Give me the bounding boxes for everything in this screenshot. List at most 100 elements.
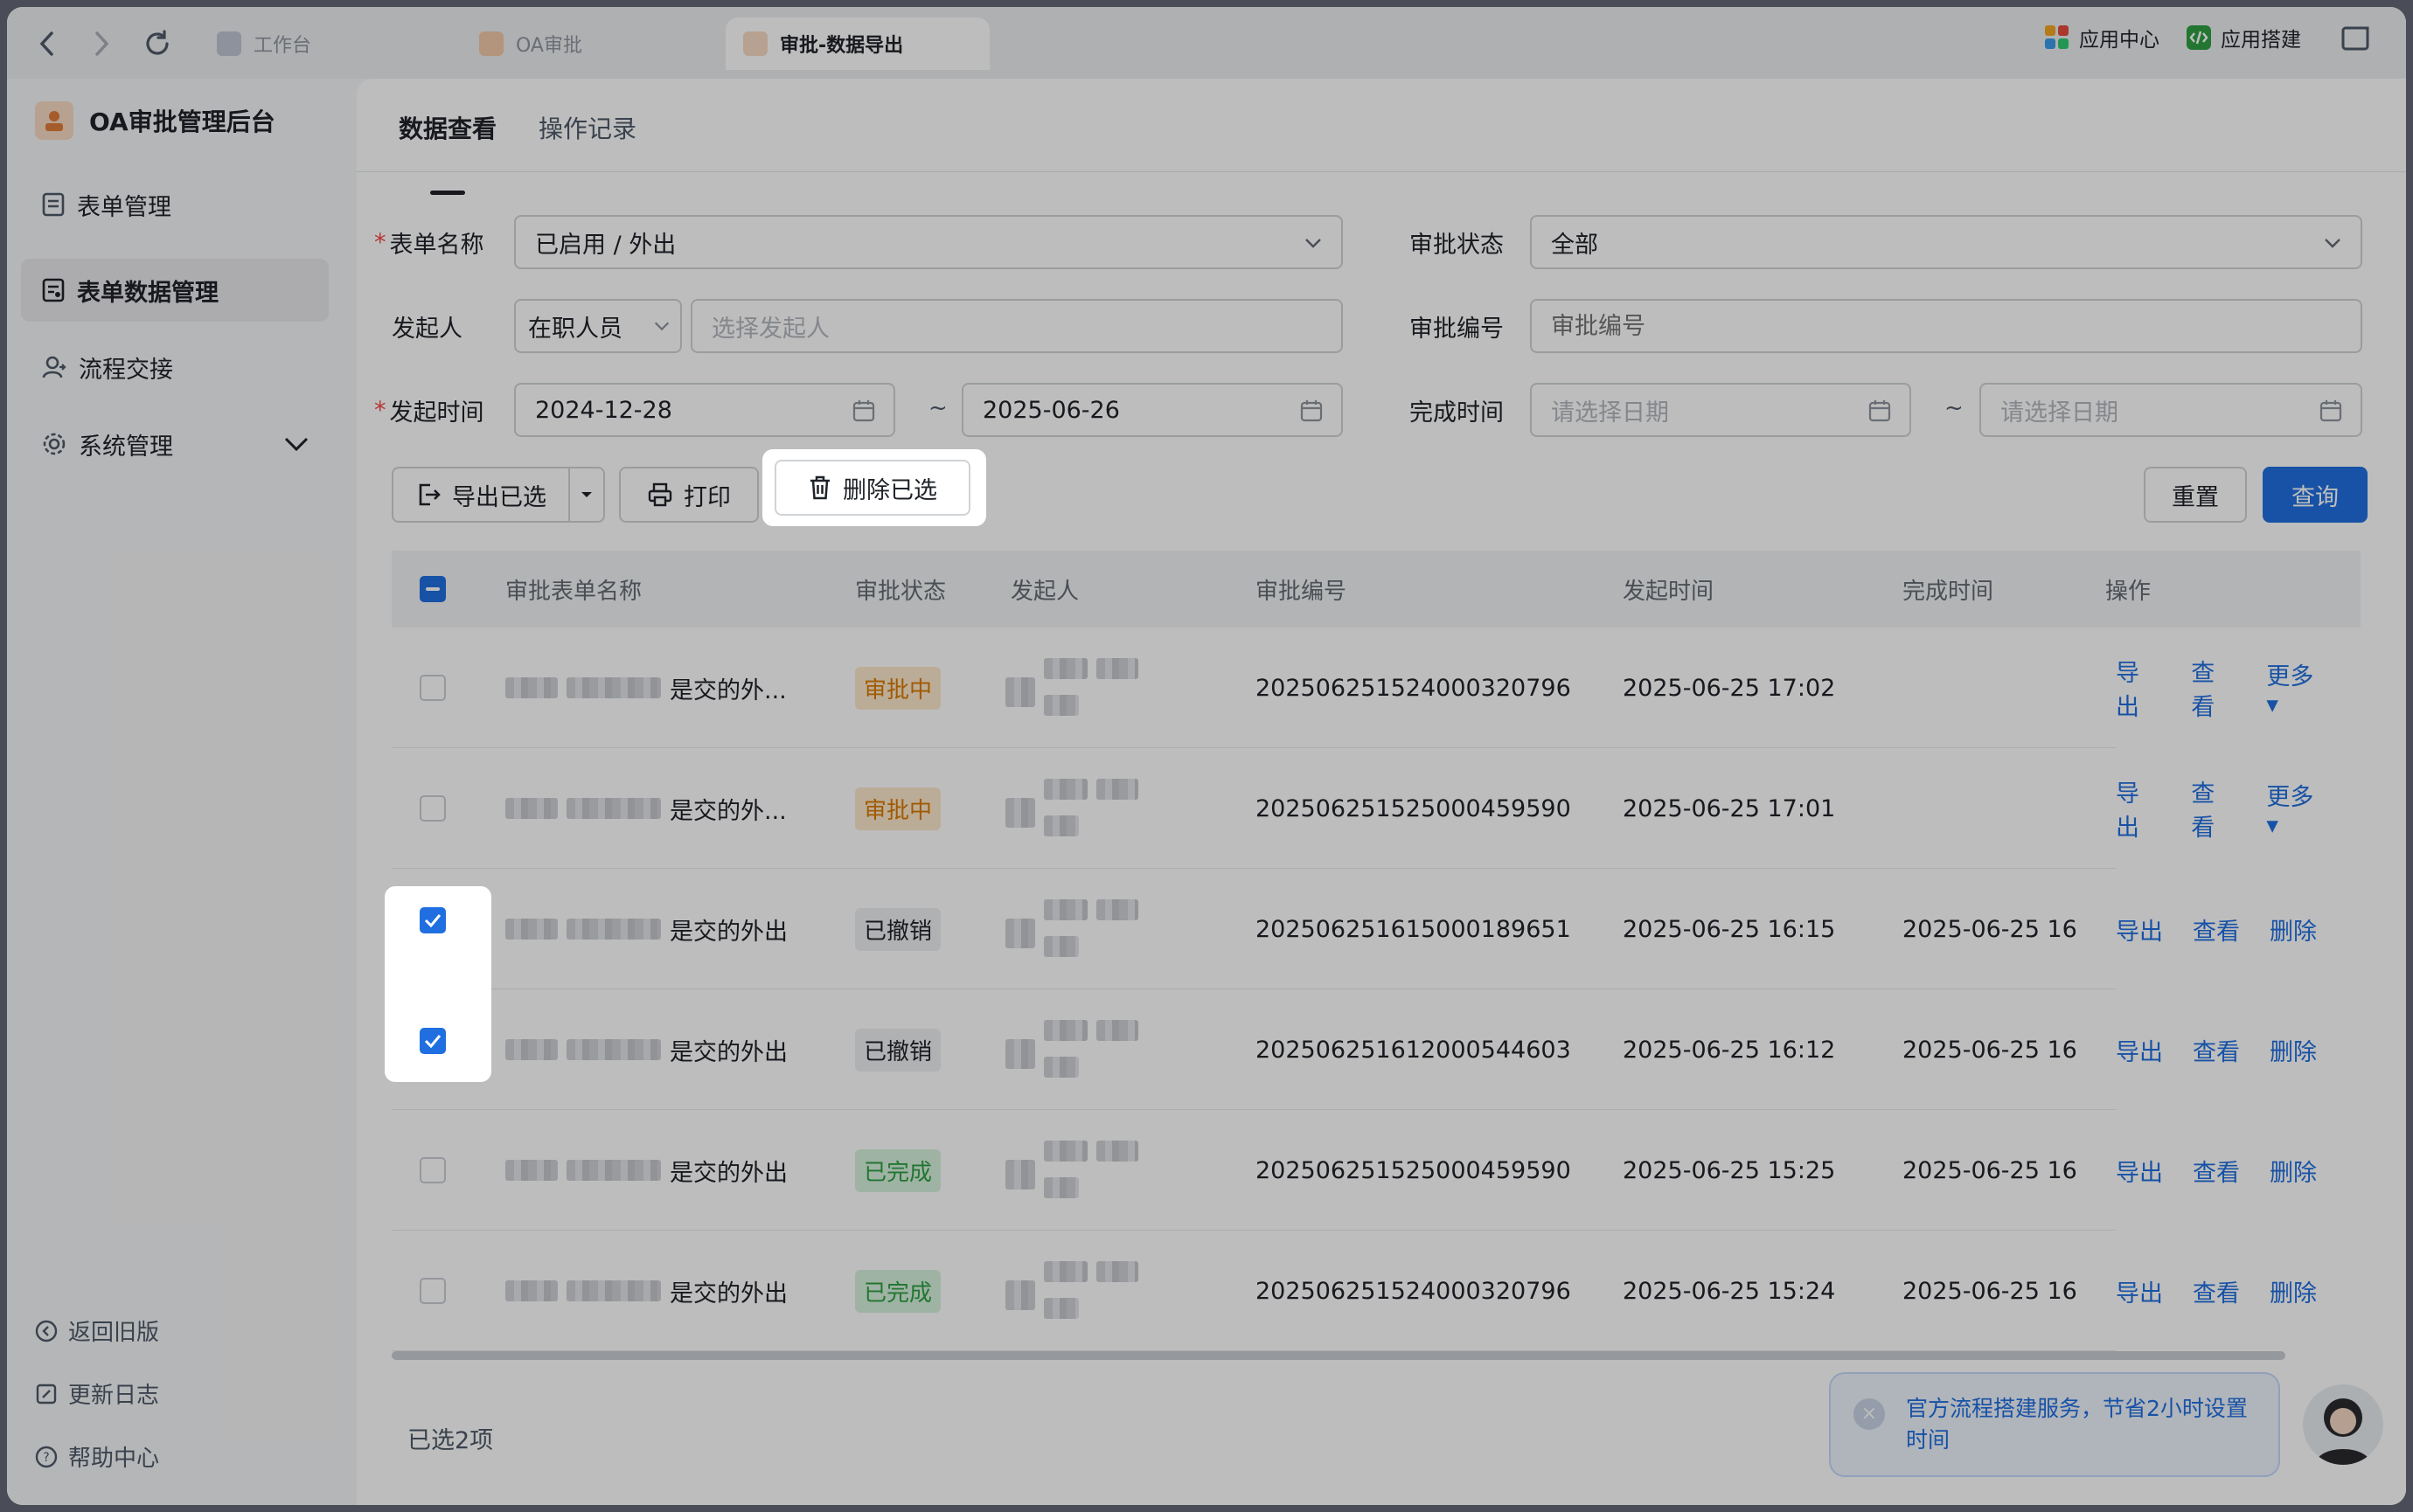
- redacted-avatar: [1005, 1013, 1138, 1086]
- row-export-link[interactable]: 导出: [2116, 1274, 2163, 1308]
- redacted-text: [567, 677, 661, 698]
- app-center-button[interactable]: 应用中心: [2044, 23, 2159, 52]
- row-export-link[interactable]: 导出: [2116, 1033, 2163, 1067]
- tab-oa-approval[interactable]: OA审批: [462, 17, 706, 70]
- export-selected-button[interactable]: 导出已选: [392, 467, 570, 523]
- start-time-cell: 2025-06-25 16:12: [1623, 1036, 1836, 1064]
- back-to-old-version-link[interactable]: 返回旧版: [35, 1314, 159, 1347]
- promo-banner[interactable]: × 官方流程搭建服务，节省2小时设置时间: [1829, 1372, 2280, 1477]
- status-badge: 已撤销: [855, 1028, 942, 1072]
- refresh-icon[interactable]: [140, 26, 175, 61]
- approval-code-cell: 202506251525000459590: [1255, 794, 1571, 822]
- row-more-link[interactable]: 更多 ▾: [2266, 657, 2331, 718]
- form-name-select[interactable]: 已启用 / 外出: [514, 215, 1343, 269]
- row-checkbox[interactable]: [420, 1231, 446, 1351]
- reset-button[interactable]: 重置: [2144, 467, 2247, 523]
- approval-code-input[interactable]: [1530, 299, 2362, 353]
- actions-cell: 导出 查看 删除: [2116, 1231, 2361, 1351]
- log-icon: [36, 1384, 57, 1404]
- redacted-avatar: [1005, 772, 1138, 845]
- back-icon[interactable]: [30, 26, 65, 61]
- back-icon: [35, 1320, 58, 1342]
- checkbox-unchecked: [420, 1157, 446, 1183]
- print-button[interactable]: 打印: [619, 467, 759, 523]
- tab-operation-log[interactable]: 操作记录: [539, 110, 636, 159]
- table-row[interactable]: 是交的外... 审批中 20250625152400032079​6 2025-06-…: [392, 628, 2361, 748]
- initiator-picker[interactable]: 选择发起人: [691, 299, 1343, 353]
- finish-date-from[interactable]: 请选择日期: [1530, 383, 1911, 437]
- sidebar-item-system-management[interactable]: 系统管理: [21, 413, 329, 475]
- row-view-link[interactable]: 查看: [2191, 654, 2236, 722]
- actions-cell: 导出 查看 更多 ▾: [2116, 628, 2361, 748]
- status-badge: 已完成: [855, 1148, 942, 1192]
- row-export-link[interactable]: 导出: [2116, 654, 2161, 722]
- initiator-type-select[interactable]: 在职人员: [514, 299, 682, 353]
- row-checkbox[interactable]: [420, 1028, 446, 1054]
- calendar-icon: [1868, 400, 1891, 422]
- close-icon[interactable]: ×: [1853, 1398, 1885, 1430]
- tab-data-export[interactable]: 审批-数据导出: [726, 17, 990, 70]
- table-row[interactable]: 是交的外出 已完成 202506251524000320796 2025-06-25 …: [392, 1231, 2361, 1351]
- sidebar-item-form-data[interactable]: 表单数据管理: [21, 259, 329, 322]
- initiator-cell: [1005, 1231, 1138, 1351]
- row-view-link[interactable]: 查看: [2193, 912, 2240, 947]
- changelog-link[interactable]: 更新日志: [35, 1377, 159, 1410]
- approval-status-select[interactable]: 全部: [1530, 215, 2362, 269]
- check-icon: [424, 914, 442, 927]
- help-center-link[interactable]: ? 帮助中心: [35, 1440, 159, 1473]
- form-data-icon: [42, 278, 65, 302]
- row-view-link[interactable]: 查看: [2193, 1033, 2240, 1067]
- table-row[interactable]: 是交的外... 审批中 202506251525000459590 2025-06-2…: [392, 748, 2361, 869]
- row-more-link[interactable]: 更多 ▾: [2266, 778, 2331, 839]
- row-checkbox[interactable]: [420, 1110, 446, 1231]
- select-all-checkbox[interactable]: [420, 551, 446, 628]
- export-options-dropdown[interactable]: [568, 467, 605, 523]
- row-export-link[interactable]: 导出: [2116, 774, 2161, 843]
- redacted-text: [567, 1280, 661, 1301]
- sidebar-item-handover[interactable]: 流程交接: [21, 336, 329, 399]
- sidebar: OA审批管理后台 表单管理 表单数据管理 流程交接 系统管理 返回旧版 更新日志: [7, 79, 357, 1505]
- select-all-partial-icon: [420, 576, 446, 602]
- sidebar-item-form-management[interactable]: 表单管理: [21, 173, 329, 236]
- tab-data-view[interactable]: 数据查看: [399, 110, 497, 195]
- delete-selected-button[interactable]: 删除已选: [775, 460, 970, 516]
- forward-icon[interactable]: [84, 26, 119, 61]
- row-more-link[interactable]: 删除: [2270, 1033, 2317, 1067]
- start-date-from[interactable]: 2024-12-28: [514, 383, 895, 437]
- start-date-to[interactable]: 2025-06-26: [962, 383, 1343, 437]
- row-checkbox[interactable]: [420, 748, 446, 869]
- assistant-avatar[interactable]: [2303, 1384, 2383, 1465]
- checkbox-spotlight: [385, 886, 491, 1082]
- row-checkbox[interactable]: [420, 628, 446, 748]
- redacted-text: [505, 1160, 558, 1181]
- window-share-icon[interactable]: [2341, 24, 2371, 51]
- start-time-cell: 2025-06-25 17:01: [1623, 794, 1836, 822]
- printer-icon: [648, 482, 672, 507]
- finish-time-cell: 2025-06-25 16: [1902, 915, 2077, 943]
- table-row[interactable]: 是交的外出 已完成 202506251525000459590 2025-06-25 …: [392, 1110, 2361, 1231]
- tab-workbench[interactable]: 工作台: [199, 17, 444, 70]
- row-checkbox[interactable]: [420, 907, 446, 933]
- row-more-link[interactable]: 删除: [2270, 912, 2317, 947]
- assistant-portrait-icon: [2315, 1398, 2371, 1465]
- approval-code-cell: 20250625152400032079​6: [1255, 674, 1571, 702]
- help-icon: ?: [35, 1446, 58, 1467]
- row-more-link[interactable]: 删除: [2270, 1274, 2317, 1308]
- export-icon: [419, 483, 441, 506]
- table-row[interactable]: 是交的外出 已撤销 202506251612000544603 2025-06-25 …: [392, 989, 2361, 1110]
- row-export-link[interactable]: 导出: [2116, 1154, 2163, 1188]
- row-more-link[interactable]: 删除: [2270, 1154, 2317, 1188]
- approval-code-cell: 202506251615000189651: [1255, 915, 1571, 943]
- app-builder-button[interactable]: 应用搭建: [2186, 23, 2301, 52]
- row-view-link[interactable]: 查看: [2193, 1154, 2240, 1188]
- check-icon: [424, 1035, 442, 1048]
- table-row[interactable]: 是交的外出 已撤销 202506251615000189651 2025-06-25 …: [392, 869, 2361, 989]
- table-horizontal-scrollbar[interactable]: [392, 1351, 2285, 1360]
- chevron-down-icon: [284, 437, 309, 452]
- row-export-link[interactable]: 导出: [2116, 912, 2163, 947]
- calendar-icon: [1300, 400, 1323, 422]
- row-view-link[interactable]: 查看: [2191, 774, 2236, 843]
- row-view-link[interactable]: 查看: [2193, 1274, 2240, 1308]
- query-button[interactable]: 查询: [2263, 467, 2368, 523]
- finish-date-to[interactable]: 请选择日期: [1979, 383, 2362, 437]
